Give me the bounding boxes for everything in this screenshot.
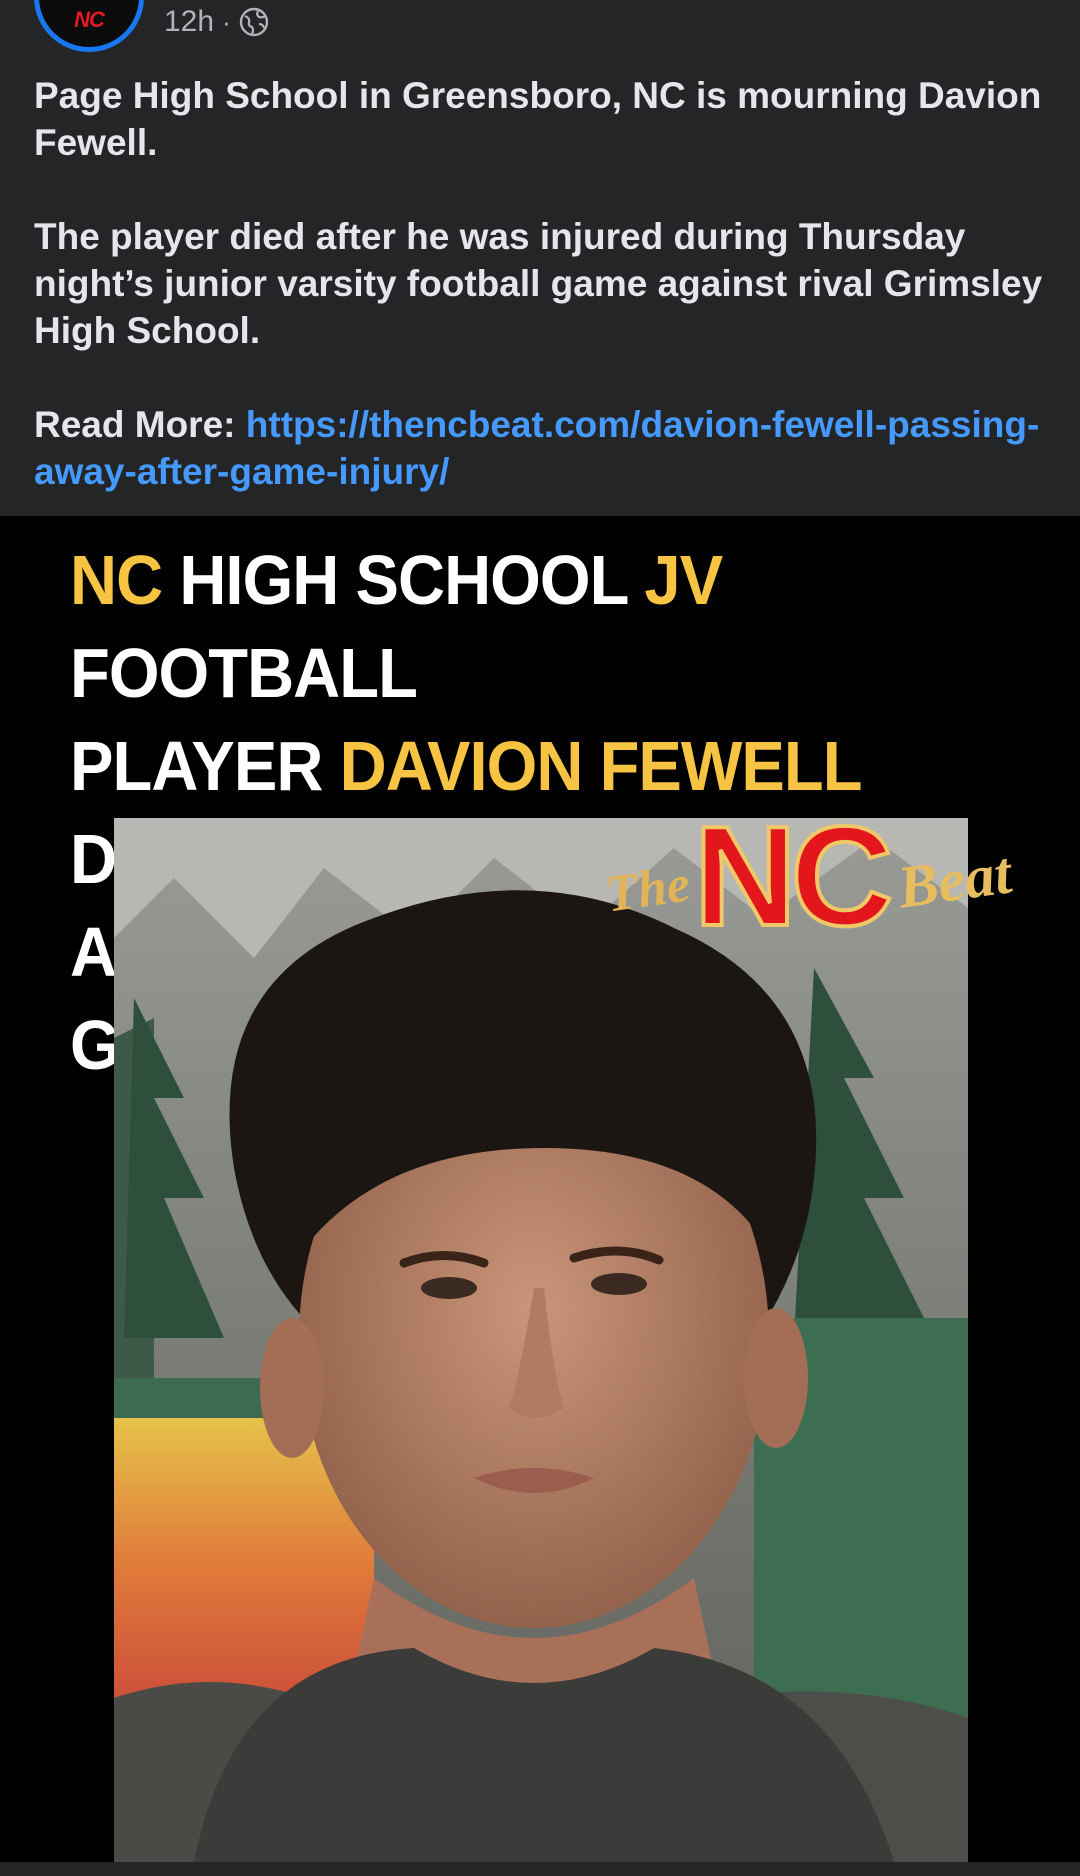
read-more-label: Read More: (34, 404, 246, 445)
post-header: NC 12h · (0, 0, 1080, 60)
post-image[interactable]: NC HIGH SCHOOL JV FOOTBALL PLAYER DAVION… (0, 516, 1080, 1862)
post-footer-edge (0, 1862, 1080, 1876)
post-text: Page High School in Greensboro, NC is mo… (34, 72, 1044, 495)
meta-separator: · (222, 6, 231, 37)
watermark-nc: NC (692, 797, 895, 956)
read-more: Read More: https://thencbeat.com/davion-… (34, 401, 1044, 495)
headline-segment: FOOTBALL (70, 634, 418, 712)
post-paragraph: Page High School in Greensboro, NC is mo… (34, 75, 1042, 163)
post-paragraph: The player died after he was injured dur… (34, 216, 1043, 351)
portrait-photo (114, 818, 968, 1862)
headline-segment: JV (644, 541, 723, 619)
post-meta: 12h · (164, 2, 269, 42)
headline-segment: HIGH SCHOOL (179, 541, 645, 619)
headline-segment: NC (70, 541, 180, 619)
headline-segment: DAVION FEWELL (339, 727, 862, 805)
avatar-logo: NC (74, 7, 105, 32)
globe-icon[interactable] (239, 7, 269, 37)
watermark-the: The (602, 855, 694, 924)
nc-beat-watermark: The NC Beat (598, 800, 1080, 958)
headline-segment: PLAYER (70, 727, 340, 805)
watermark-beat: Beat (893, 839, 1016, 921)
facebook-post: NC 12h · Page High School in Greensboro,… (0, 0, 1080, 1876)
page-avatar[interactable]: NC (34, 0, 144, 52)
headline-line-1: NC HIGH SCHOOL JV FOOTBALL (70, 534, 963, 720)
post-timestamp[interactable]: 12h (164, 5, 214, 39)
